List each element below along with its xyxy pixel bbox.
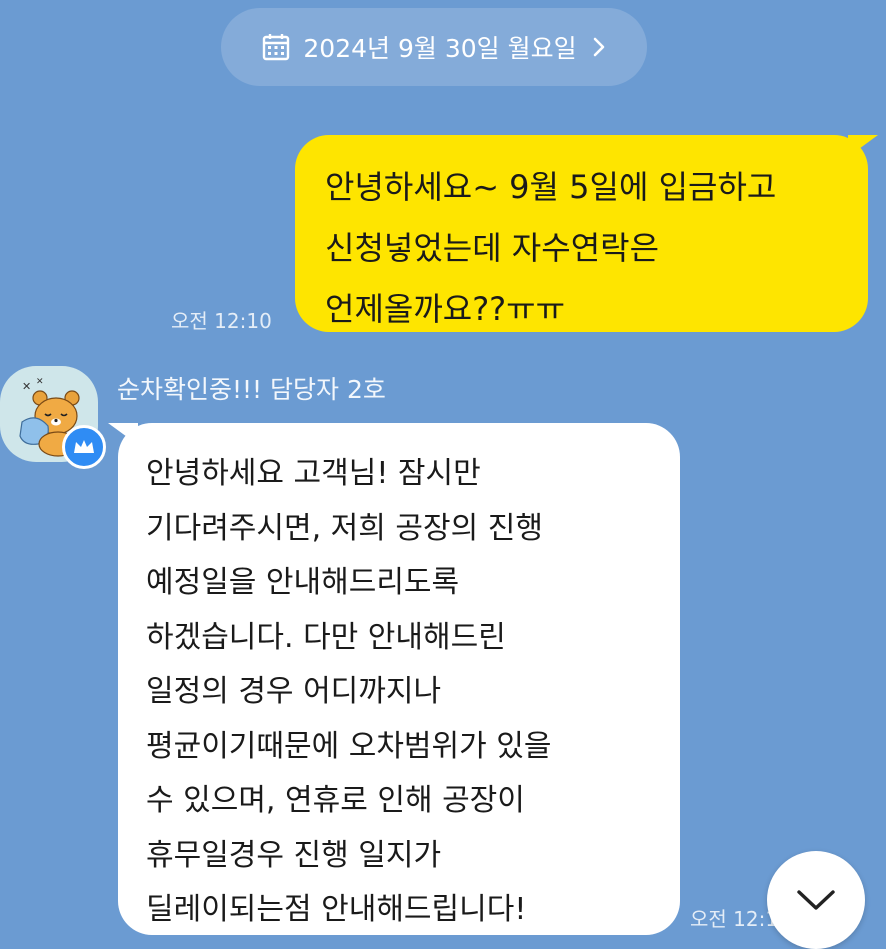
message-line: 수 있으며, 연휴로 인해 공장이 — [146, 783, 525, 818]
incoming-message-bubble[interactable]: 안녕하세요 고객님! 잠시만 기다려주시면, 저희 공장의 진행 예정일을 안내… — [108, 423, 680, 935]
svg-text:✕: ✕ — [36, 377, 44, 387]
message-line: 안녕하세요~ 9월 5일에 입금하고 — [325, 168, 777, 206]
message-line: 기다려주시면, 저희 공장의 진행 — [146, 510, 543, 546]
message-line: 안녕하세요 고객님! 잠시만 — [146, 456, 481, 491]
outgoing-message-bubble[interactable]: 안녕하세요~ 9월 5일에 입금하고 신청넣었는데 자수연락은 언제올까요??ㅠ… — [295, 135, 878, 332]
svg-text:✕: ✕ — [22, 380, 31, 393]
message-time: 오전 12:1 — [690, 907, 779, 931]
message-time: 오전 12:10 — [171, 309, 272, 333]
calendar-icon — [261, 32, 291, 62]
chevron-down-icon — [797, 890, 835, 910]
message-line: 신청넣었는데 자수연락은 — [325, 229, 660, 267]
message-line: 예정일을 안내해드리도록 — [146, 565, 460, 600]
date-divider-button[interactable]: 2024년 9월 30일 월요일 — [221, 8, 647, 86]
message-line: 언제올까요??ㅠㅠ — [325, 290, 566, 328]
message-line: 일정의 경우 어디까지나 — [146, 674, 442, 709]
sender-name: 순차확인중!!! 담당자 2호 — [117, 375, 386, 404]
chevron-right-icon — [591, 36, 607, 58]
message-line: 하겠습니다. 다만 안내해드린 — [146, 619, 506, 655]
message-line: 휴무일경우 진행 일지가 — [146, 837, 442, 873]
message-line: 평균이기때문에 오차범위가 있을 — [146, 728, 552, 764]
scroll-to-bottom-button[interactable] — [767, 851, 865, 949]
crown-badge-icon — [62, 425, 106, 469]
message-line: 딜레이되는점 안내해드립니다! — [146, 892, 527, 927]
date-divider-text: 2024년 9월 30일 월요일 — [303, 34, 577, 63]
